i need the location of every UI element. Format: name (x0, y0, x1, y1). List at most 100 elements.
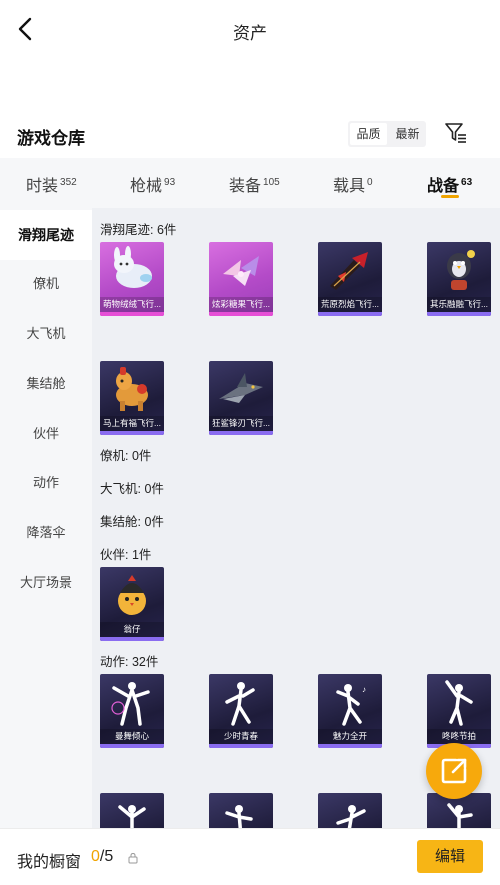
dancer-silhouette-art: ♪ (336, 684, 366, 726)
item-card[interactable] (318, 793, 382, 828)
rarity-bar (100, 744, 164, 748)
tab-vehicles[interactable]: 载具 0 (333, 172, 373, 196)
item-card[interactable]: 翁仔 (100, 567, 164, 641)
item-name: 荒原烈焰飞行... (318, 297, 382, 312)
section-label-pod: 集结舱: 0件 (100, 515, 164, 529)
tab-count: 63 (461, 177, 473, 188)
tab-label: 时装 (26, 178, 59, 195)
showcase-bar: 我的橱窗 0/5 编辑 (0, 828, 500, 885)
item-card[interactable] (100, 793, 164, 828)
item-card[interactable]: 其乐融融飞行... (427, 242, 491, 316)
sidebar-item-partner[interactable]: 伙伴 (0, 409, 92, 459)
item-card[interactable] (209, 793, 273, 828)
item-name: 萌物绒绒飞行... (100, 297, 164, 312)
sort-quality-button[interactable]: 品质 (350, 123, 387, 145)
dancer-silhouette-art (111, 682, 150, 726)
item-name: 狂鲨锋刃飞行... (209, 416, 273, 431)
tab-count: 93 (164, 177, 176, 188)
category-tabs: 时装 352 枪械 93 装备 105 载具 0 战备 63 (0, 158, 500, 208)
section-label-wingman: 僚机: 0件 (100, 449, 152, 463)
item-name: 少时青春 (209, 729, 273, 744)
item-name: 马上有福飞行... (100, 416, 164, 431)
svg-text:♪: ♪ (362, 685, 366, 694)
sidebar-item-parachute[interactable]: 降落伞 (0, 508, 92, 558)
rarity-bar (318, 744, 382, 748)
item-card[interactable]: 曼舞倾心 (100, 674, 164, 748)
page-title: 资产 (233, 24, 267, 43)
showcase-count: 0/5 (91, 848, 113, 866)
sidebar-item-lobby-scene[interactable]: 大厅场景 (0, 558, 92, 608)
sidebar-item-wingman[interactable]: 僚机 (0, 259, 92, 309)
rarity-bar (100, 431, 164, 435)
top-bar: 资产 (0, 0, 500, 58)
item-card[interactable]: 炫彩糖果飞行... (209, 242, 273, 316)
tab-label: 枪械 (130, 178, 163, 195)
showcase-label: 我的橱窗 (17, 854, 82, 871)
tab-count: 352 (60, 177, 77, 188)
item-name: 炫彩糖果飞行... (209, 297, 273, 312)
item-name: 曼舞倾心 (100, 729, 164, 744)
filter-icon (445, 123, 466, 143)
lucky-horse-art (116, 367, 148, 411)
tab-count: 0 (367, 177, 373, 188)
dancer-silhouette-art (336, 805, 366, 828)
dancer-silhouette-art (118, 805, 146, 828)
share-icon (441, 758, 467, 784)
item-card[interactable]: 咚咚节拍 (427, 674, 491, 748)
share-button[interactable] (426, 743, 482, 799)
showcase-total: /5 (99, 848, 114, 865)
warehouse-title: 游戏仓库 (17, 129, 85, 148)
rarity-bar (209, 431, 273, 435)
item-name: 咚咚节拍 (427, 729, 491, 744)
item-card[interactable]: 萌物绒绒飞行... (100, 242, 164, 316)
dancer-silhouette-art (225, 682, 255, 726)
item-card[interactable]: 少时青春 (209, 674, 273, 748)
sidebar: 滑翔尾迹 僚机 大飞机 集结舱 伙伴 动作 降落伞 大厅场景 (0, 208, 92, 828)
dancer-silhouette-art (225, 805, 253, 828)
showcase-current: 0 (91, 848, 100, 865)
sidebar-item-trail[interactable]: 滑翔尾迹 (0, 210, 92, 260)
candy-wings-art (223, 256, 259, 286)
tab-count: 105 (263, 177, 280, 188)
section-label-bigplane: 大飞机: 0件 (100, 482, 164, 496)
lock-icon (128, 852, 138, 864)
active-tab-indicator (441, 195, 459, 198)
edit-button[interactable]: 编辑 (417, 840, 483, 873)
section-label-partner: 伙伴: 1件 (100, 548, 152, 562)
dancer-silhouette-art (445, 680, 473, 726)
rarity-bar (209, 312, 273, 316)
shark-blade-art (219, 373, 263, 403)
tab-label: 战备 (427, 178, 460, 195)
rarity-bar (100, 637, 164, 641)
item-card[interactable]: 马上有福飞行... (100, 361, 164, 435)
sidebar-item-pod[interactable]: 集结舱 (0, 359, 92, 409)
rarity-bar (209, 744, 273, 748)
item-name: 翁仔 (100, 622, 164, 637)
tab-equipment[interactable]: 装备 105 (229, 172, 280, 196)
tab-label: 装备 (229, 178, 262, 195)
item-card[interactable]: 狂鲨锋刃飞行... (209, 361, 273, 435)
sort-toggle: 品质 最新 (348, 121, 426, 147)
item-name: 其乐融融飞行... (427, 297, 491, 312)
item-card[interactable]: 荒原烈焰飞行... (318, 242, 382, 316)
sort-newest-button[interactable]: 最新 (389, 121, 426, 147)
plush-bunny-art (114, 246, 152, 288)
sidebar-item-emote[interactable]: 动作 (0, 458, 92, 508)
item-card[interactable]: ♪ 魅力全开 (318, 674, 382, 748)
tab-guns[interactable]: 枪械 93 (130, 172, 175, 196)
filter-button[interactable] (444, 121, 468, 145)
wasteland-guitar-art (330, 252, 368, 290)
item-name: 魅力全开 (318, 729, 382, 744)
item-list: 滑翔尾迹: 6件 萌物绒绒飞行... 炫彩糖果飞行... 荒原烈焰飞行... 其… (92, 208, 500, 828)
penguin-rocket-art (447, 250, 475, 290)
section-label-trail: 滑翔尾迹: 6件 (100, 223, 177, 237)
chick-partner-art (118, 575, 146, 615)
section-label-emote: 动作: 32件 (100, 655, 159, 669)
tab-battle-gear[interactable]: 战备 63 (427, 172, 472, 196)
tab-fashion[interactable]: 时装 352 (26, 172, 77, 196)
dancer-silhouette-art (447, 803, 473, 828)
rarity-bar (100, 312, 164, 316)
sidebar-item-bigplane[interactable]: 大飞机 (0, 309, 92, 359)
rarity-bar (318, 312, 382, 316)
tab-label: 载具 (333, 178, 366, 195)
